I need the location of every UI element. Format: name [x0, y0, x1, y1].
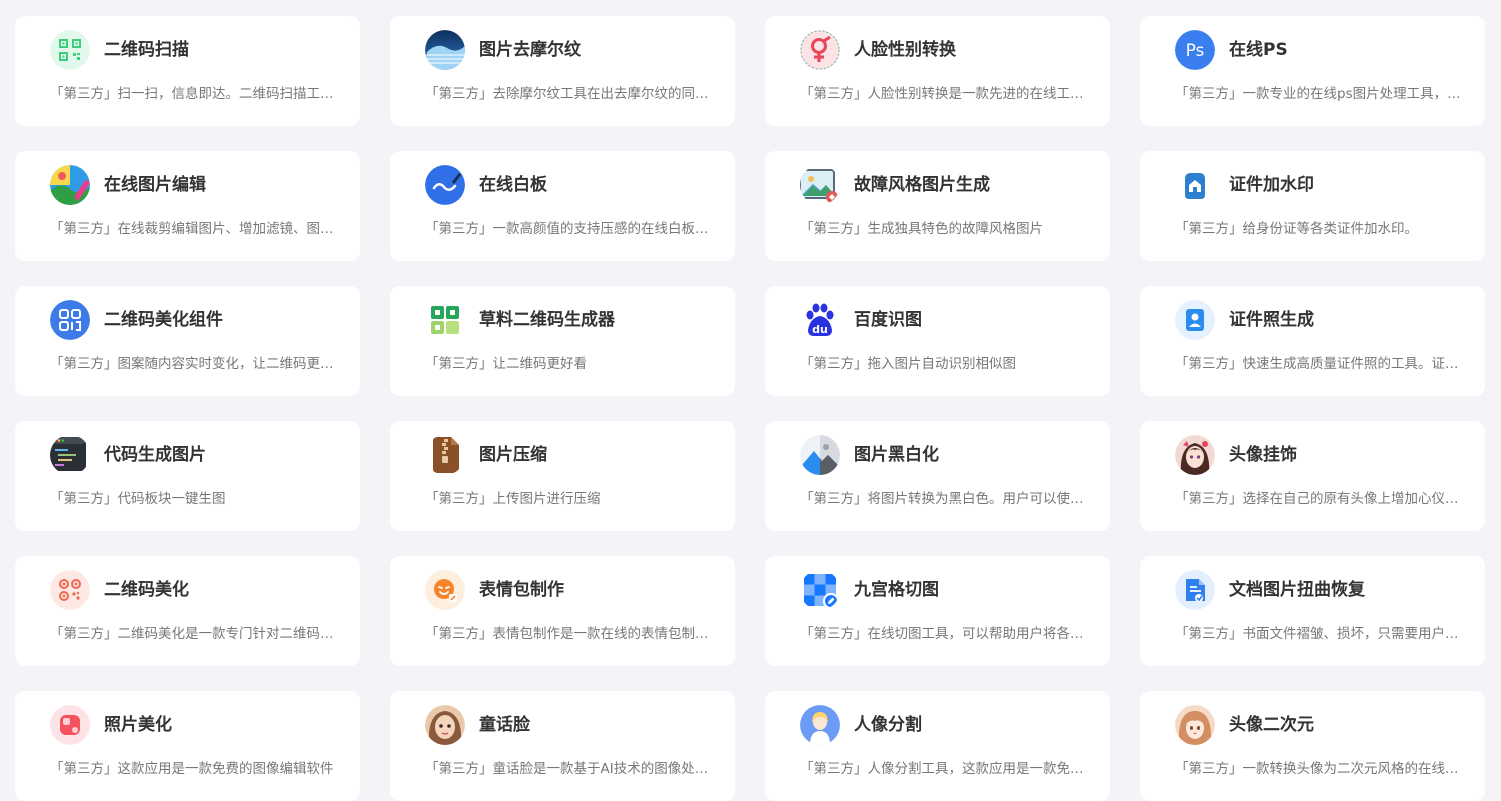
tool-description: 「第三方」上传图片进行压缩	[425, 491, 601, 507]
tool-description: 「第三方」书面文件褶皱、损坏，只需要用户上传图片即可恢复	[1175, 626, 1468, 642]
tool-card[interactable]: 人脸性别转换「第三方」人脸性别转换是一款先进的在线工具，可以转换性别	[765, 16, 1110, 126]
tool-description: 「第三方」扫一扫，信息即达。二维码扫描工具，支持多种格式	[50, 86, 343, 102]
tool-title: 在线白板	[479, 175, 547, 195]
tool-card[interactable]: 表情包制作「第三方」表情包制作是一款在线的表情包制作工具，简单易用	[390, 556, 735, 666]
tool-card[interactable]: 证件照生成「第三方」快速生成高质量证件照的工具。证件照一键生成	[1140, 286, 1485, 396]
zip-compress-icon	[425, 435, 465, 475]
tool-description: 「第三方」在线裁剪编辑图片、增加滤镜、图片美化等功能	[50, 221, 343, 237]
tool-card[interactable]: 草料二维码生成器「第三方」让二维码更好看	[390, 286, 735, 396]
portrait-segment-icon	[800, 705, 840, 745]
tool-description: 「第三方」让二维码更好看	[425, 356, 587, 372]
qrcode-scan-icon	[50, 30, 90, 70]
moire-wave-icon	[425, 30, 465, 70]
tool-description: 「第三方」童话脸是一款基于AI技术的图像处理工具	[425, 761, 718, 777]
tool-title: 头像二次元	[1229, 715, 1314, 735]
code-image-icon	[50, 435, 90, 475]
tool-title: 在线图片编辑	[104, 175, 206, 195]
nine-grid-icon	[800, 570, 840, 610]
tool-card[interactable]: 二维码美化组件「第三方」图案随内容实时变化，让二维码更加美观好看	[15, 286, 360, 396]
tool-card[interactable]: 二维码美化「第三方」二维码美化是一款专门针对二维码进行美化的工具	[15, 556, 360, 666]
tool-description: 「第三方」二维码美化是一款专门针对二维码进行美化的工具	[50, 626, 343, 642]
tool-description: 「第三方」拖入图片自动识别相似图	[800, 356, 1016, 372]
tool-title: 故障风格图片生成	[854, 175, 990, 195]
tool-title: 在线PS	[1229, 40, 1288, 60]
grayscale-mountain-icon	[800, 435, 840, 475]
tool-card[interactable]: 图片去摩尔纹「第三方」去除摩尔纹工具在出去摩尔纹的同时保留图片细节	[390, 16, 735, 126]
caoliao-qrcode-icon	[425, 300, 465, 340]
tool-card[interactable]: 代码生成图片「第三方」代码板块一键生图	[15, 421, 360, 531]
tool-description: 「第三方」将图片转换为黑白色。用户可以使用这个工具处理	[800, 491, 1093, 507]
tool-card[interactable]: du 百度识图「第三方」拖入图片自动识别相似图	[765, 286, 1110, 396]
tool-description: 「第三方」选择在自己的原有头像上增加心仪的挂饰	[1175, 491, 1468, 507]
tool-description: 「第三方」快速生成高质量证件照的工具。证件照一键生成	[1175, 356, 1468, 372]
fairy-face-icon	[425, 705, 465, 745]
tool-card[interactable]: 头像二次元「第三方」一款转换头像为二次元风格的在线工具	[1140, 691, 1485, 801]
tool-card[interactable]: 童话脸「第三方」童话脸是一款基于AI技术的图像处理工具	[390, 691, 735, 801]
tool-title: 表情包制作	[479, 580, 564, 600]
tool-title: 图片压缩	[479, 445, 547, 465]
id-photo-icon	[1175, 300, 1215, 340]
tool-card[interactable]: 照片美化「第三方」这款应用是一款免费的图像编辑软件	[15, 691, 360, 801]
tool-description: 「第三方」一款高颜值的支持压感的在线白板工具，随心绘制	[425, 221, 718, 237]
tool-description: 「第三方」给身份证等各类证件加水印。	[1175, 221, 1418, 237]
tool-grid: 二维码扫描「第三方」扫一扫，信息即达。二维码扫描工具，支持多种格式图片去摩尔纹「…	[0, 0, 1501, 801]
document-restore-icon	[1175, 570, 1215, 610]
tool-description: 「第三方」代码板块一键生图	[50, 491, 226, 507]
tool-card[interactable]: 在线图片编辑「第三方」在线裁剪编辑图片、增加滤镜、图片美化等功能	[15, 151, 360, 261]
id-watermark-icon	[1175, 165, 1215, 205]
tool-title: 百度识图	[854, 310, 922, 330]
emoji-maker-icon	[425, 570, 465, 610]
tool-description: 「第三方」一款转换头像为二次元风格的在线工具	[1175, 761, 1468, 777]
qrcode-beautify-icon	[50, 570, 90, 610]
tool-description: 「第三方」这款应用是一款免费的图像编辑软件	[50, 761, 334, 777]
tool-title: 二维码美化组件	[104, 310, 223, 330]
tool-card[interactable]: 故障风格图片生成「第三方」生成独具特色的故障风格图片	[765, 151, 1110, 261]
qrcode-component-icon	[50, 300, 90, 340]
tool-card[interactable]: 证件加水印「第三方」给身份证等各类证件加水印。	[1140, 151, 1485, 261]
glitch-image-icon	[800, 165, 840, 205]
tool-description: 「第三方」去除摩尔纹工具在出去摩尔纹的同时保留图片细节	[425, 86, 718, 102]
tool-title: 图片去摩尔纹	[479, 40, 581, 60]
baidu-paw-icon: du	[800, 300, 840, 340]
tool-description: 「第三方」人脸性别转换是一款先进的在线工具，可以转换性别	[800, 86, 1093, 102]
svg-text:du: du	[812, 323, 828, 336]
tool-description: 「第三方」一款专业的在线ps图片处理工具，功能强大	[1175, 86, 1468, 102]
anime-avatar-icon	[1175, 705, 1215, 745]
tool-card[interactable]: 在线白板「第三方」一款高颜值的支持压感的在线白板工具，随心绘制	[390, 151, 735, 261]
tool-title: 人脸性别转换	[854, 40, 956, 60]
tool-title: 代码生成图片	[104, 445, 206, 465]
tool-title: 证件照生成	[1229, 310, 1314, 330]
tool-title: 童话脸	[479, 715, 530, 735]
tool-title: 二维码扫描	[104, 40, 189, 60]
tool-title: 证件加水印	[1229, 175, 1314, 195]
tool-title: 二维码美化	[104, 580, 189, 600]
svg-text:Ps: Ps	[1186, 41, 1205, 61]
tool-card[interactable]: 头像挂饰「第三方」选择在自己的原有头像上增加心仪的挂饰	[1140, 421, 1485, 531]
tool-description: 「第三方」在线切图工具，可以帮助用户将各种图片切成九宫格	[800, 626, 1093, 642]
tool-title: 头像挂饰	[1229, 445, 1297, 465]
tool-description: 「第三方」人像分割工具，这款应用是一款免费的在线工具	[800, 761, 1093, 777]
tool-description: 「第三方」图案随内容实时变化，让二维码更加美观好看	[50, 356, 343, 372]
tool-card[interactable]: 图片黑白化「第三方」将图片转换为黑白色。用户可以使用这个工具处理	[765, 421, 1110, 531]
tool-title: 图片黑白化	[854, 445, 939, 465]
tool-card[interactable]: 九宫格切图「第三方」在线切图工具，可以帮助用户将各种图片切成九宫格	[765, 556, 1110, 666]
tool-title: 九宫格切图	[854, 580, 939, 600]
tool-title: 草料二维码生成器	[479, 310, 615, 330]
photoshop-icon: Ps	[1175, 30, 1215, 70]
tool-card[interactable]: 文档图片扭曲恢复「第三方」书面文件褶皱、损坏，只需要用户上传图片即可恢复	[1140, 556, 1485, 666]
tool-card[interactable]: Ps 在线PS 「第三方」一款专业的在线ps图片处理工具，功能强大	[1140, 16, 1485, 126]
tool-title: 人像分割	[854, 715, 922, 735]
tool-title: 照片美化	[104, 715, 172, 735]
gender-swap-icon	[800, 30, 840, 70]
tool-card[interactable]: 二维码扫描「第三方」扫一扫，信息即达。二维码扫描工具，支持多种格式	[15, 16, 360, 126]
image-edit-icon	[50, 165, 90, 205]
tool-card[interactable]: 人像分割「第三方」人像分割工具，这款应用是一款免费的在线工具	[765, 691, 1110, 801]
whiteboard-icon	[425, 165, 465, 205]
avatar-pendant-icon	[1175, 435, 1215, 475]
tool-title: 文档图片扭曲恢复	[1229, 580, 1365, 600]
tool-description: 「第三方」生成独具特色的故障风格图片	[800, 221, 1043, 237]
tool-description: 「第三方」表情包制作是一款在线的表情包制作工具，简单易用	[425, 626, 718, 642]
photo-beautify-icon	[50, 705, 90, 745]
tool-card[interactable]: 图片压缩「第三方」上传图片进行压缩	[390, 421, 735, 531]
